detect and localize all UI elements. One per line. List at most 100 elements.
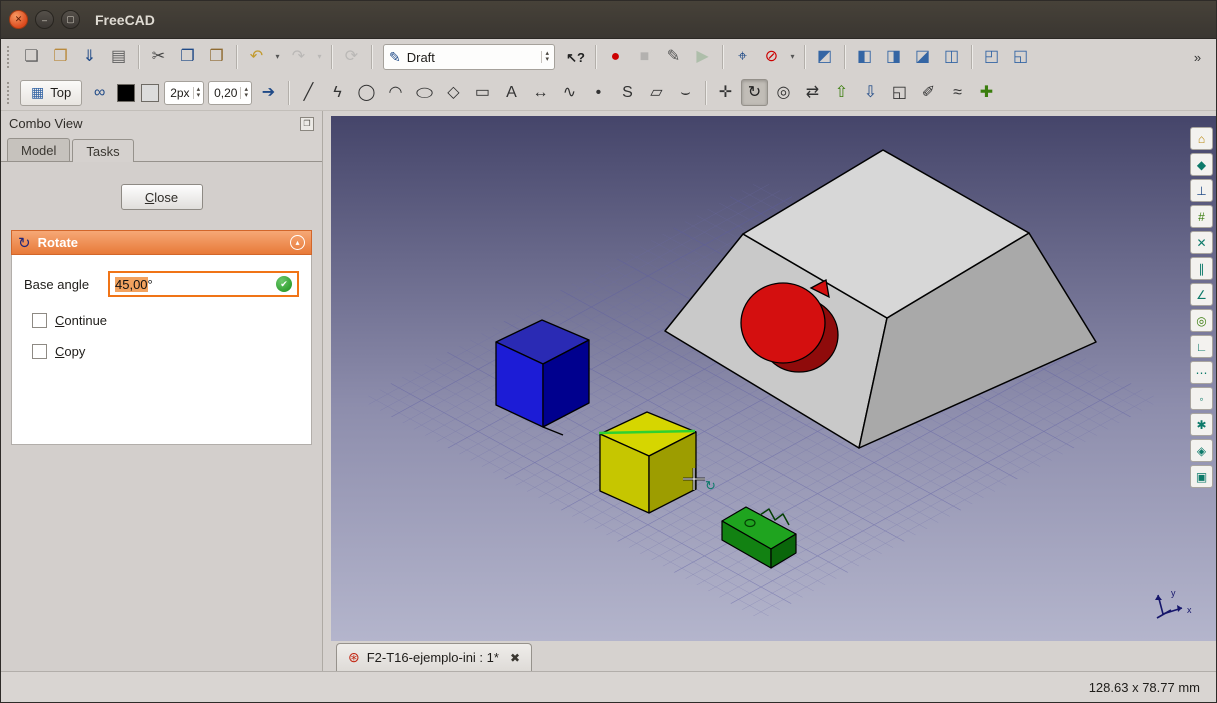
tab-tasks[interactable]: Tasks xyxy=(72,139,134,162)
draft-edit-icon[interactable]: ✐ xyxy=(915,79,942,106)
view-top-icon[interactable]: ◨ xyxy=(880,44,907,71)
document-tab[interactable]: ⊛ F2-T16-ejemplo-ini : 1* ✖ xyxy=(336,643,533,671)
draft-ellipse-icon[interactable]: ◯ xyxy=(411,84,438,101)
draft-point-icon[interactable]: • xyxy=(585,79,612,106)
draft-scale-icon[interactable]: ◱ xyxy=(886,79,913,106)
panel-float-button[interactable]: ❐ xyxy=(300,116,314,131)
text-scale-spinbox[interactable]: 0,20 ▴ ▾ xyxy=(208,80,252,105)
draft-line-icon[interactable]: ╱ xyxy=(295,79,322,106)
box-zoom-icon[interactable]: ⌖ xyxy=(729,44,756,71)
line-color-swatch[interactable] xyxy=(117,83,136,102)
draft-polyline-icon[interactable]: ϟ xyxy=(324,79,351,106)
base-angle-input[interactable]: 45,00 ° ✔ xyxy=(108,271,299,297)
macro-stop-icon[interactable]: ■ xyxy=(631,44,658,71)
print-icon[interactable]: ▤ xyxy=(105,44,132,71)
close-task-button[interactable]: Close xyxy=(120,184,203,210)
draft-circle-icon[interactable]: ◯ xyxy=(353,79,380,106)
copy-icon[interactable]: ❐ xyxy=(174,44,201,71)
draft-upgrade-icon[interactable]: ⇧ xyxy=(828,79,855,106)
snap-parallel-icon[interactable]: ∥ xyxy=(1190,257,1213,280)
draft-arc-icon[interactable]: ◠ xyxy=(382,79,409,106)
snap-endpoint-icon[interactable]: ◆ xyxy=(1190,153,1213,176)
snap-intersection-icon[interactable]: ✕ xyxy=(1190,231,1213,254)
draft-bezier-icon[interactable]: ⌣ xyxy=(672,79,699,106)
draft-dimension-icon[interactable]: ↔ xyxy=(527,79,554,106)
3d-viewport[interactable]: x y ↻ ⌂ ◆ ⊥ # ✕ ∥ ∠ ◎ ∟ ⋯ ◦ ✱ ◈ ▣ xyxy=(331,116,1216,641)
open-document-icon[interactable]: ❐ xyxy=(47,44,74,71)
3d-viewport-canvas[interactable]: x y ↻ xyxy=(331,116,1216,641)
draft-shapestring-icon[interactable]: S xyxy=(614,79,641,106)
continue-checkbox[interactable] xyxy=(32,313,47,328)
undo-dropdown-icon[interactable]: ▾ xyxy=(272,44,283,71)
rotate-task-panel: ↻ Rotate ▴ Base angle 45,00 ° ✔ Continue… xyxy=(11,230,312,445)
paste-icon[interactable]: ❒ xyxy=(203,44,230,71)
draft-downgrade-icon[interactable]: ⇩ xyxy=(857,79,884,106)
snap-working-plane-icon[interactable]: ▣ xyxy=(1190,465,1213,488)
continue-checkbox-label: Continue xyxy=(55,313,108,328)
draft-tray-toggle-icon[interactable]: ∞ xyxy=(86,79,113,106)
draft-bspline-icon[interactable]: ∿ xyxy=(556,79,583,106)
spinner-down-icon[interactable]: ▾ xyxy=(244,92,248,99)
apply-style-icon[interactable]: ➔ xyxy=(255,79,282,106)
redo-icon[interactable]: ↷ xyxy=(285,44,312,71)
toolbar-handle[interactable] xyxy=(7,81,11,104)
view-isometric-icon[interactable]: ◩ xyxy=(811,44,838,71)
draft-rotate-icon[interactable]: ↻ xyxy=(740,79,768,106)
refresh-icon[interactable]: ⟳ xyxy=(338,44,365,71)
spinner-down-icon[interactable]: ▾ xyxy=(197,92,201,99)
snap-midpoint-icon[interactable]: ◈ xyxy=(1190,439,1213,462)
snap-angle-icon[interactable]: ∠ xyxy=(1190,283,1213,306)
snap-lock-icon[interactable]: ⌂ xyxy=(1190,127,1213,150)
view-rear-icon[interactable]: ◫ xyxy=(938,44,965,71)
collapse-icon[interactable]: ▴ xyxy=(290,235,305,250)
window-maximize-button[interactable]: ▢ xyxy=(61,10,80,29)
panel-splitter[interactable] xyxy=(323,111,331,671)
new-document-icon[interactable]: ❏ xyxy=(18,44,45,71)
view-right-icon[interactable]: ◪ xyxy=(909,44,936,71)
tab-model[interactable]: Model xyxy=(7,138,71,161)
draft-rectangle-icon[interactable]: ▭ xyxy=(469,79,496,106)
title-bar: ✕ – ▢ FreeCAD xyxy=(1,1,1216,39)
copy-checkbox[interactable] xyxy=(32,344,47,359)
view-left-icon[interactable]: ◱ xyxy=(1007,44,1034,71)
view-bottom-icon[interactable]: ◰ xyxy=(978,44,1005,71)
draft-facebinder-icon[interactable]: ▱ xyxy=(643,79,670,106)
window-minimize-button[interactable]: – xyxy=(35,10,54,29)
snap-perpendicular-icon[interactable]: ⊥ xyxy=(1190,179,1213,202)
toolbar-handle[interactable] xyxy=(7,46,11,68)
snap-ortho-icon[interactable]: ∟ xyxy=(1190,335,1213,358)
window-close-button[interactable]: ✕ xyxy=(9,10,28,29)
toolbar-overflow-icon[interactable]: » xyxy=(1184,44,1211,71)
face-color-swatch[interactable] xyxy=(141,83,160,102)
workbench-selector-spinner[interactable]: ▴ ▾ xyxy=(541,50,549,63)
snap-extension-icon[interactable]: ⋯ xyxy=(1190,361,1213,384)
draft-polygon-icon[interactable]: ◇ xyxy=(440,79,467,106)
macro-record-icon[interactable]: ● xyxy=(602,44,629,71)
knob-front[interactable] xyxy=(740,282,826,364)
draft-text-icon[interactable]: A xyxy=(498,79,525,106)
draft-wire-to-bspline-icon[interactable]: ≈ xyxy=(944,79,971,106)
draw-style-dropdown-icon[interactable]: ▾ xyxy=(787,44,798,71)
snap-grid-icon[interactable]: # xyxy=(1190,205,1213,228)
draw-style-icon[interactable]: ⊘ xyxy=(758,44,785,71)
draft-add-point-icon[interactable]: ✚ xyxy=(973,79,1000,106)
view-front-icon[interactable]: ◧ xyxy=(851,44,878,71)
macro-edit-icon[interactable]: ✎ xyxy=(660,44,687,71)
whats-this-icon[interactable]: ↖? xyxy=(562,44,589,71)
redo-dropdown-icon[interactable]: ▾ xyxy=(314,44,325,71)
draft-trimex-icon[interactable]: ⇄ xyxy=(799,79,826,106)
working-plane-button[interactable]: ▦ Top xyxy=(20,79,83,106)
snap-special-icon[interactable]: ✱ xyxy=(1190,413,1213,436)
snap-near-icon[interactable]: ◦ xyxy=(1190,387,1213,410)
workbench-selector[interactable]: ✎ Draft ▴ ▾ xyxy=(383,44,555,70)
tab-close-icon[interactable]: ✖ xyxy=(510,651,520,665)
save-document-icon[interactable]: ⇓ xyxy=(76,44,103,71)
rotate-task-header[interactable]: ↻ Rotate ▴ xyxy=(11,230,312,255)
line-width-spinbox[interactable]: 2px ▴ ▾ xyxy=(164,80,205,105)
snap-center-icon[interactable]: ◎ xyxy=(1190,309,1213,332)
undo-icon[interactable]: ↶ xyxy=(243,44,270,71)
cut-icon[interactable]: ✂ xyxy=(145,44,172,71)
draft-offset-icon[interactable]: ◎ xyxy=(770,79,797,106)
macro-play-icon[interactable]: ▶ xyxy=(689,44,716,71)
draft-move-icon[interactable]: ✛ xyxy=(712,79,739,106)
